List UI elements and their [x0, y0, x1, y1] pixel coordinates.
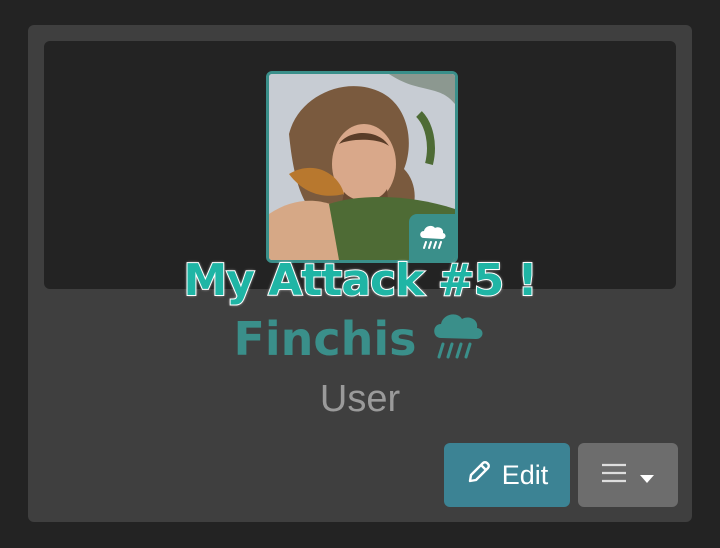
user-rank: User — [319, 378, 401, 420]
hamburger-menu-icon — [601, 460, 627, 491]
edit-button[interactable]: Edit — [444, 443, 570, 507]
rain-cloud-icon — [409, 214, 455, 260]
edit-button-label: Edit — [501, 459, 549, 490]
more-options-button[interactable] — [578, 443, 678, 507]
rain-cloud-icon — [429, 310, 487, 367]
username-row: Finchis — [0, 310, 720, 367]
overlay-caption: My Attack #5 ! — [182, 254, 538, 307]
pencil-icon — [466, 459, 492, 492]
username[interactable]: Finchis — [233, 311, 416, 367]
avatar[interactable] — [266, 71, 458, 263]
caret-down-icon — [639, 460, 655, 491]
